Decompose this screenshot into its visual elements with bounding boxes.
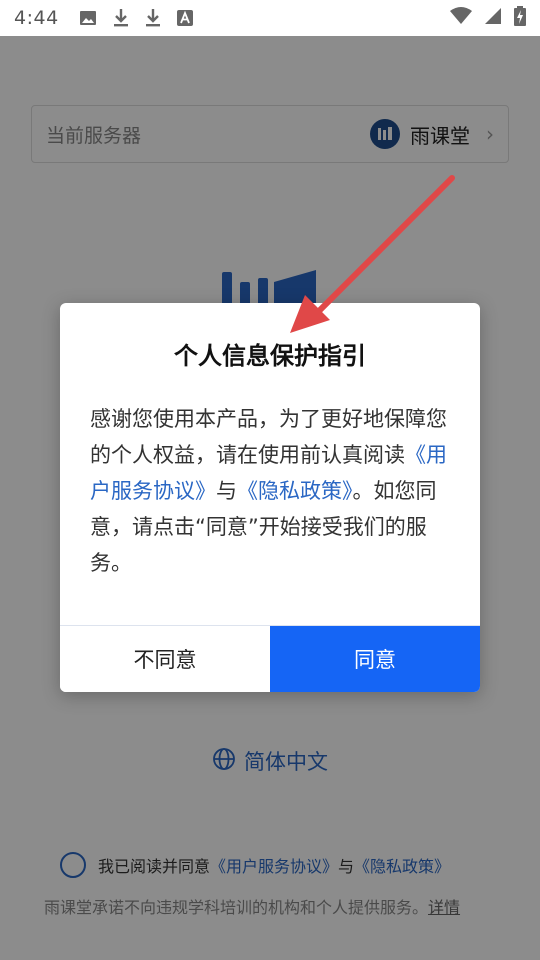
wifi-icon — [450, 6, 472, 30]
status-bar: 4:44 — [0, 0, 540, 36]
download-icon — [145, 8, 161, 28]
download-icon — [113, 8, 129, 28]
battery-charging-icon — [514, 5, 526, 31]
agree-button[interactable]: 同意 — [270, 626, 480, 692]
dialog-body-and: 与 — [216, 479, 237, 503]
disagree-button[interactable]: 不同意 — [60, 626, 270, 692]
status-time: 4:44 — [14, 7, 59, 29]
privacy-dialog: 个人信息保护指引 感谢您使用本产品，为了更好地保障您的个人权益，请在使用前认真阅… — [60, 303, 480, 692]
font-icon — [176, 10, 193, 26]
dialog-buttons: 不同意 同意 — [60, 626, 480, 692]
dialog-privacy-link[interactable]: 《隐私政策》 — [237, 479, 353, 503]
dialog-body: 感谢您使用本产品，为了更好地保障您的个人权益，请在使用前认真阅读《用户服务协议》… — [90, 401, 455, 581]
signal-icon — [484, 7, 502, 30]
dialog-body-text: 感谢您使用本产品，为了更好地保障您的个人权益，请在使用前认真阅读 — [90, 407, 447, 467]
dialog-title: 个人信息保护指引 — [174, 342, 366, 370]
image-icon — [79, 9, 97, 27]
